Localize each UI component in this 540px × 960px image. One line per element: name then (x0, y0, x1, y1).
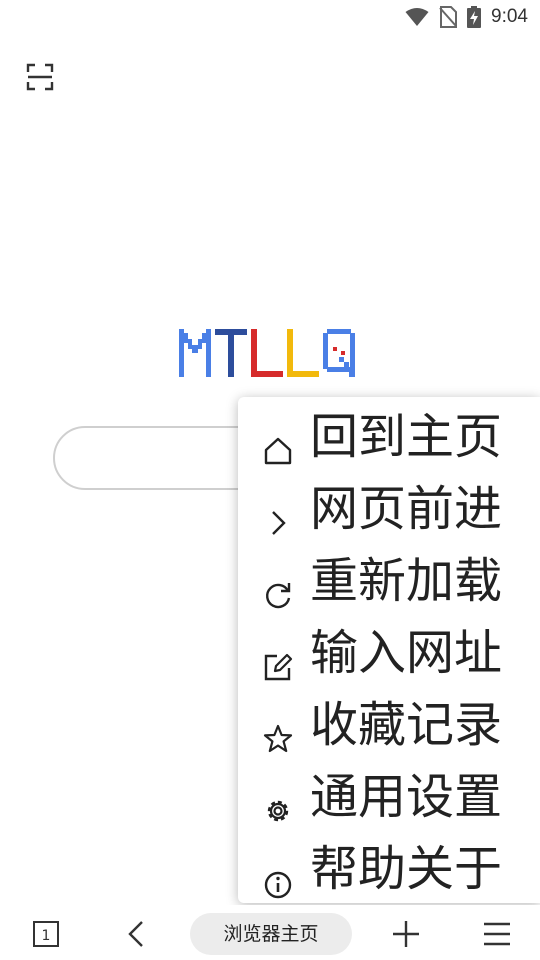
menu-item-label: 收藏记录 (310, 697, 503, 753)
back-button[interactable] (122, 919, 152, 949)
home-icon (264, 437, 292, 465)
logo-letter-t (215, 329, 247, 377)
status-icons: 9:04 (405, 6, 528, 28)
menu-item-home[interactable]: 回到主页 (238, 401, 540, 473)
menu-item-label: 回到主页 (310, 409, 503, 465)
logo-letter-l1 (251, 329, 283, 377)
star-icon (263, 724, 293, 753)
logo-letter-m (179, 329, 211, 377)
menu-item-help-about[interactable]: 帮助关于 (238, 833, 540, 905)
menu-item-label: 输入网址 (310, 625, 503, 681)
menu-item-label: 通用设置 (310, 769, 503, 825)
scan-icon[interactable] (26, 63, 54, 91)
reload-icon (265, 583, 291, 609)
logo-letter-q (323, 329, 355, 377)
overflow-menu: 回到主页 网页前进 重新加载 输入网址 收藏记录 通用设置 帮助关于 (238, 397, 540, 903)
menu-item-label: 网页前进 (310, 481, 503, 537)
status-bar: 9:04 (0, 0, 540, 36)
battery-charging-icon (467, 6, 482, 28)
no-sim-icon (439, 6, 458, 28)
menu-item-label: 帮助关于 (310, 841, 503, 897)
chevron-right-icon (272, 511, 286, 535)
menu-item-enter-url[interactable]: 输入网址 (238, 617, 540, 689)
home-tab-button[interactable]: 浏览器主页 (190, 913, 352, 955)
tab-count: 1 (42, 928, 51, 944)
status-time: 9:04 (491, 6, 528, 27)
gear-icon (267, 800, 289, 822)
menu-item-reload[interactable]: 重新加载 (238, 545, 540, 617)
app-logo (179, 329, 355, 377)
tabs-button[interactable]: 1 (32, 919, 62, 949)
logo-letter-l2 (287, 329, 319, 377)
menu-button[interactable] (482, 919, 512, 949)
menu-item-forward[interactable]: 网页前进 (238, 473, 540, 545)
info-icon (264, 871, 292, 899)
menu-item-bookmarks[interactable]: 收藏记录 (238, 689, 540, 761)
menu-item-settings[interactable]: 通用设置 (238, 761, 540, 833)
new-tab-button[interactable] (391, 919, 421, 949)
bottom-toolbar: 1 浏览器主页 (0, 905, 540, 960)
wifi-icon (405, 8, 429, 26)
edit-icon (264, 653, 293, 681)
menu-item-label: 重新加载 (310, 553, 503, 609)
